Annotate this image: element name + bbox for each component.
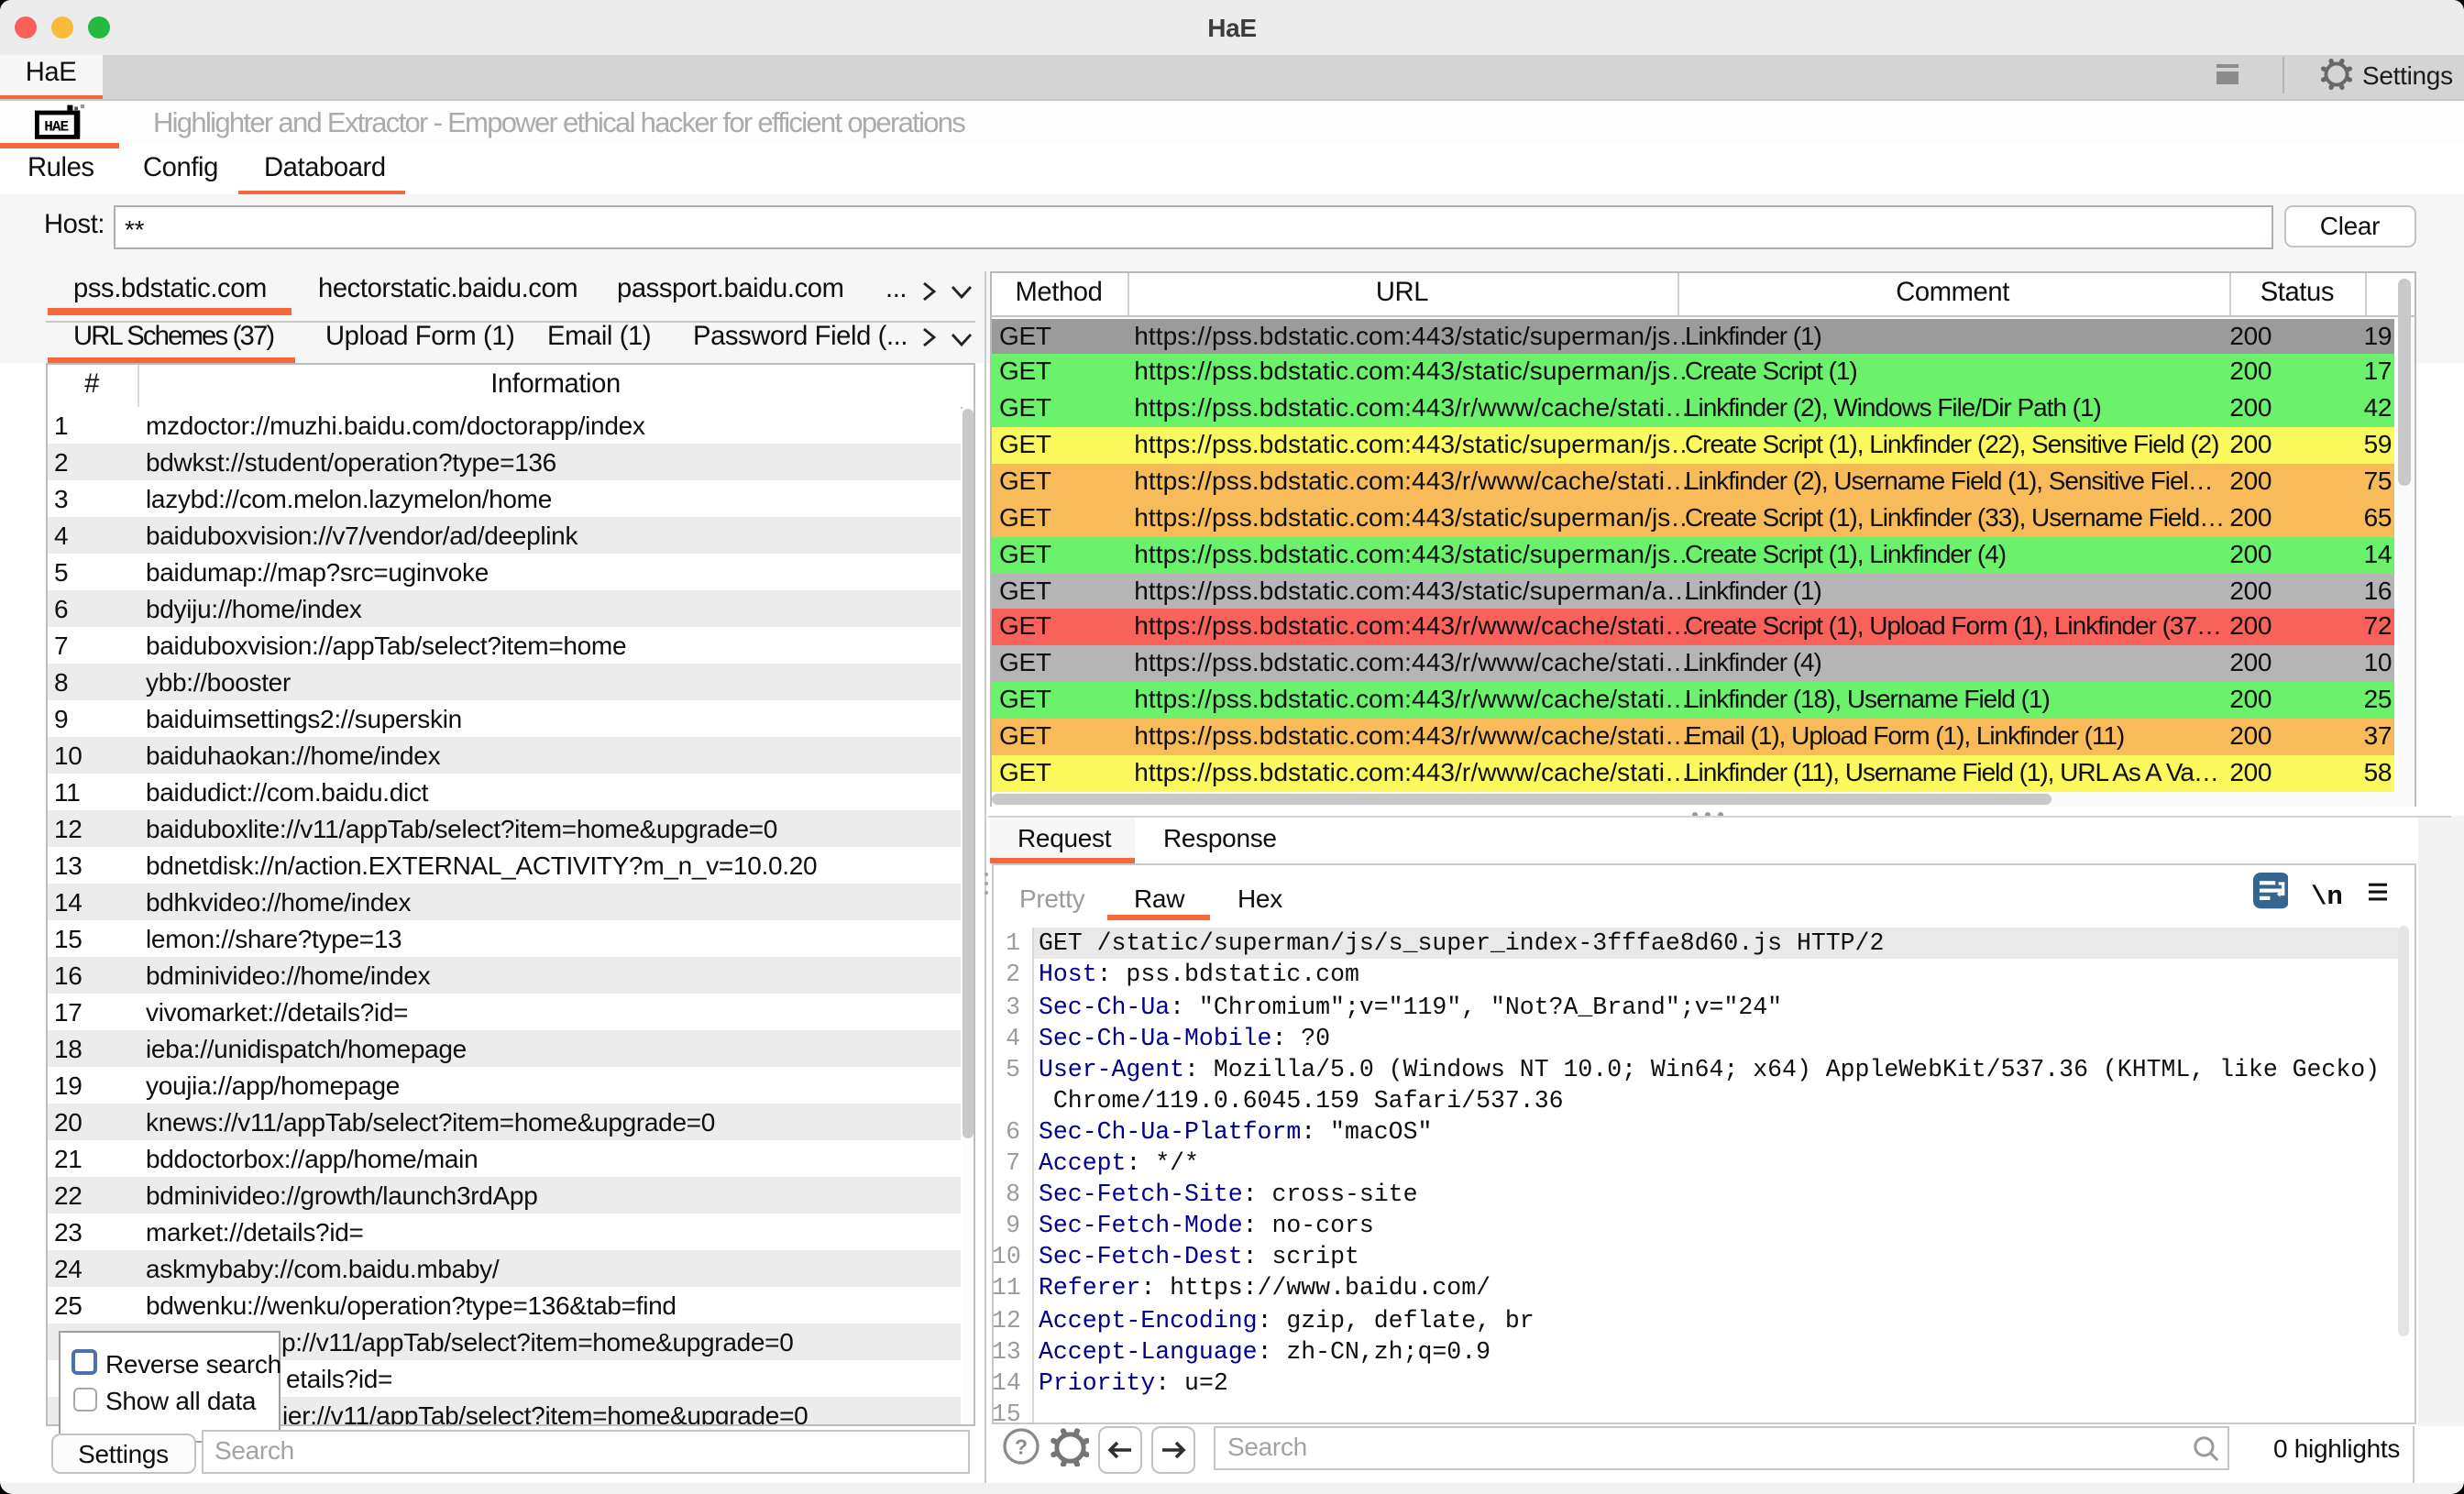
svg-text:?: ? [1014,1435,1027,1459]
svg-text:HAE: HAE [45,117,69,134]
